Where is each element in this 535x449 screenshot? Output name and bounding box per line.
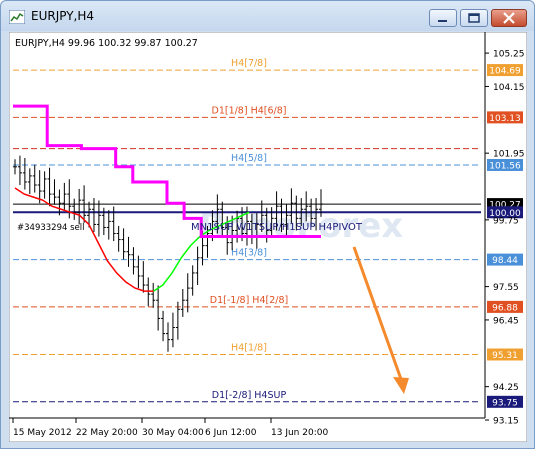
price-tag-text-1: 103.13 bbox=[489, 114, 521, 124]
chart-header: EURJPY,H4 99.96 100.32 99.87 100.27 bbox=[15, 38, 198, 49]
price-tag-text-7: 96.88 bbox=[492, 303, 518, 313]
y-tick-label-2: 101.95 bbox=[493, 150, 525, 160]
level-label-1: D1[1/8] H4[6/8] bbox=[212, 105, 287, 116]
title-bar[interactable]: EURJPY,H4 bbox=[1, 1, 534, 31]
x-tick-label-2: 30 May 04:00 bbox=[142, 428, 204, 438]
chart-window: EURJPY,H4 RoboForex H4[7/8] 104.69 D1[1/8]… bbox=[0, 0, 535, 449]
minimize-button[interactable] bbox=[429, 9, 457, 27]
y-tick-label-4: 97.55 bbox=[493, 283, 519, 293]
minimize-icon bbox=[438, 20, 447, 22]
price-tag-text-0: 104.69 bbox=[489, 67, 521, 77]
close-icon bbox=[503, 12, 515, 24]
price-tag-text-6: 98.44 bbox=[492, 256, 518, 266]
x-tick-label-0: 15 May 2012 bbox=[13, 428, 72, 438]
x-tick-label-1: 22 May 20:00 bbox=[76, 428, 138, 438]
level-label-3: H4[5/8] bbox=[231, 153, 267, 164]
x-tick-label-3: 6 Jun 12:00 bbox=[205, 428, 257, 438]
level-label-0: H4[7/8] bbox=[231, 58, 267, 69]
y-tick-label-3: 99.75 bbox=[493, 216, 519, 226]
maximize-button[interactable] bbox=[460, 9, 488, 27]
level-label-6: H4[3/8] bbox=[231, 248, 267, 259]
y-tick-label-5: 96.45 bbox=[493, 316, 519, 326]
chart-window-icon bbox=[9, 10, 25, 24]
window-title: EURJPY,H4 bbox=[31, 9, 95, 23]
price-chart[interactable]: RoboForex H4[7/8]104.69D1[1/8] H4[6/8]10… bbox=[9, 32, 527, 442]
pivot-label: MN1SUP W1TSUP/H1SUP H4PIVOT bbox=[191, 222, 363, 233]
price-tag-text-8: 95.31 bbox=[492, 351, 518, 361]
y-tick-label-0: 105.25 bbox=[493, 50, 525, 60]
y-tick-label-1: 104.15 bbox=[493, 83, 525, 93]
close-button[interactable] bbox=[491, 9, 527, 27]
price-tag-text-9: 93.75 bbox=[492, 398, 518, 408]
x-tick-label-4: 13 Jun 20:00 bbox=[271, 428, 328, 438]
y-tick-label-7: 93.15 bbox=[493, 417, 519, 427]
level-label-9: D1[-2/8] H4SUP bbox=[212, 390, 287, 401]
price-tag-text-3: 101.56 bbox=[489, 161, 521, 171]
order-label: #34933294 sell bbox=[17, 223, 84, 233]
level-label-8: H4[1/8] bbox=[231, 343, 267, 354]
maximize-icon bbox=[468, 13, 480, 23]
level-label-7: D1[-1/8] H4[2/8] bbox=[210, 295, 288, 306]
y-tick-label-6: 94.25 bbox=[493, 383, 519, 393]
